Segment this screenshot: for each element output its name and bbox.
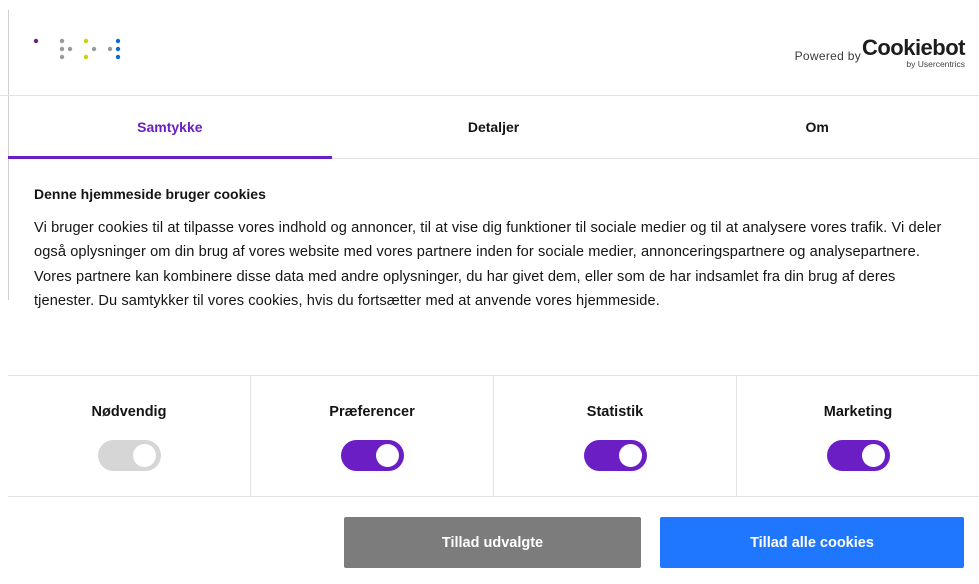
preferences-toggle[interactable] bbox=[340, 440, 404, 471]
consent-tabs: Samtykke Detaljer Om bbox=[8, 96, 979, 159]
toggle-knob bbox=[132, 444, 156, 467]
tab-om[interactable]: Om bbox=[655, 96, 979, 158]
cookiebot-logo: Cookiebot by Usercentrics bbox=[862, 37, 966, 69]
consent-body: Denne hjemmeside bruger cookies Vi bruge… bbox=[34, 174, 954, 314]
category-marketing: Marketing bbox=[737, 376, 979, 496]
consent-description: Vi bruger cookies til at tilpasse vores … bbox=[34, 220, 942, 310]
category-statistics-label: Statistik bbox=[586, 404, 644, 420]
brand-logo-icon bbox=[33, 38, 121, 60]
category-necessary-label: Nødvendig bbox=[91, 404, 167, 420]
cookiebot-wordmark: Cookiebot bbox=[861, 35, 966, 60]
category-preferences-label: Præferencer bbox=[329, 404, 415, 420]
toggle-knob bbox=[618, 444, 642, 467]
allow-selected-button[interactable]: Tillad udvalgte bbox=[344, 517, 641, 568]
dialog-header: Powered by Cookiebot by Usercentrics bbox=[0, 0, 979, 96]
tab-detaljer[interactable]: Detaljer bbox=[332, 96, 656, 158]
tab-samtykke[interactable]: Samtykke bbox=[8, 96, 332, 159]
necessary-toggle bbox=[97, 440, 161, 471]
powered-by-label: Powered by bbox=[794, 49, 861, 63]
toggle-knob bbox=[861, 444, 885, 467]
marketing-toggle[interactable] bbox=[826, 440, 890, 471]
cookie-category-toggles: Nødvendig Præferencer Statistik Marketin… bbox=[8, 375, 979, 497]
consent-heading: Denne hjemmeside bruger cookies bbox=[34, 186, 266, 202]
cookiebot-sublabel: by Usercentrics bbox=[906, 59, 965, 69]
category-necessary: Nødvendig bbox=[8, 376, 251, 496]
powered-by-cookiebot[interactable]: Powered by Cookiebot by Usercentrics bbox=[794, 37, 966, 69]
category-preferences: Præferencer bbox=[251, 376, 494, 496]
category-statistics: Statistik bbox=[494, 376, 737, 496]
statistics-toggle[interactable] bbox=[583, 440, 647, 471]
category-marketing-label: Marketing bbox=[823, 404, 893, 420]
consent-actions: Tillad udvalgte Tillad alle cookies bbox=[344, 517, 964, 568]
toggle-knob bbox=[375, 444, 399, 467]
allow-all-cookies-button[interactable]: Tillad alle cookies bbox=[660, 517, 964, 568]
